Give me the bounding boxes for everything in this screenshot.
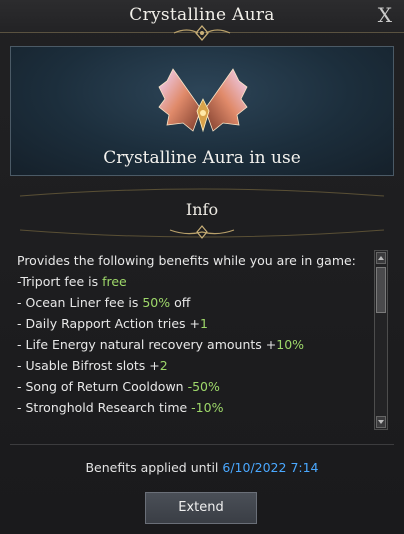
benefit-value: -50% [187,379,220,394]
benefit-item-song-of-return: - Song of Return Cooldown -50% [17,379,220,394]
chevron-up-icon [378,256,384,260]
info-section-header: Info [10,186,394,240]
benefit-value: 50% [142,295,171,310]
benefit-value: 1 [199,316,208,331]
benefits-scrollbar[interactable] [374,250,388,430]
benefit-item-ocean-liner: - Ocean Liner fee is 50% off [17,295,191,310]
scroll-thumb[interactable] [376,267,386,313]
benefit-item-stronghold: - Stronghold Research time -10% [17,400,224,415]
benefit-value: 10% [276,337,305,352]
title-bar: Crystalline Aura X [0,0,404,41]
window-title: Crystalline Aura [129,5,275,25]
aura-status-text: Crystalline Aura in use [103,148,301,168]
expiry-date: 6/10/2022 7:14 [222,460,319,475]
benefits-until-text: Benefits applied until 6/10/2022 7:14 [85,460,319,475]
footer-divider [10,444,394,445]
benefit-value: 2 [159,358,168,373]
benefit-item-life-energy: - Life Energy natural recovery amounts +… [17,337,305,352]
benefit-item-bifrost: - Usable Bifrost slots +2 [17,358,168,373]
benefits-list: Provides the following benefits while yo… [17,250,369,418]
scroll-up-button[interactable] [376,252,386,264]
benefits-intro: Provides the following benefits while yo… [17,253,356,268]
chevron-down-icon [378,420,384,424]
benefit-item-rapport: - Daily Rapport Action tries +1 [17,316,208,331]
scroll-down-button[interactable] [376,416,386,428]
info-title: Info [185,200,219,219]
benefit-item-triport: -Triport fee is free [17,274,127,289]
close-button[interactable]: X [378,3,392,27]
extend-button[interactable]: Extend [145,492,257,524]
crystalline-wings-icon [158,68,248,133]
benefit-value: free [102,274,127,289]
title-ornament-icon [173,25,231,41]
aura-window: Crystalline Aura X Crystalline Aura in u… [0,0,404,534]
aura-status-banner: Crystalline Aura in use [10,46,394,176]
benefit-value: -10% [191,400,224,415]
